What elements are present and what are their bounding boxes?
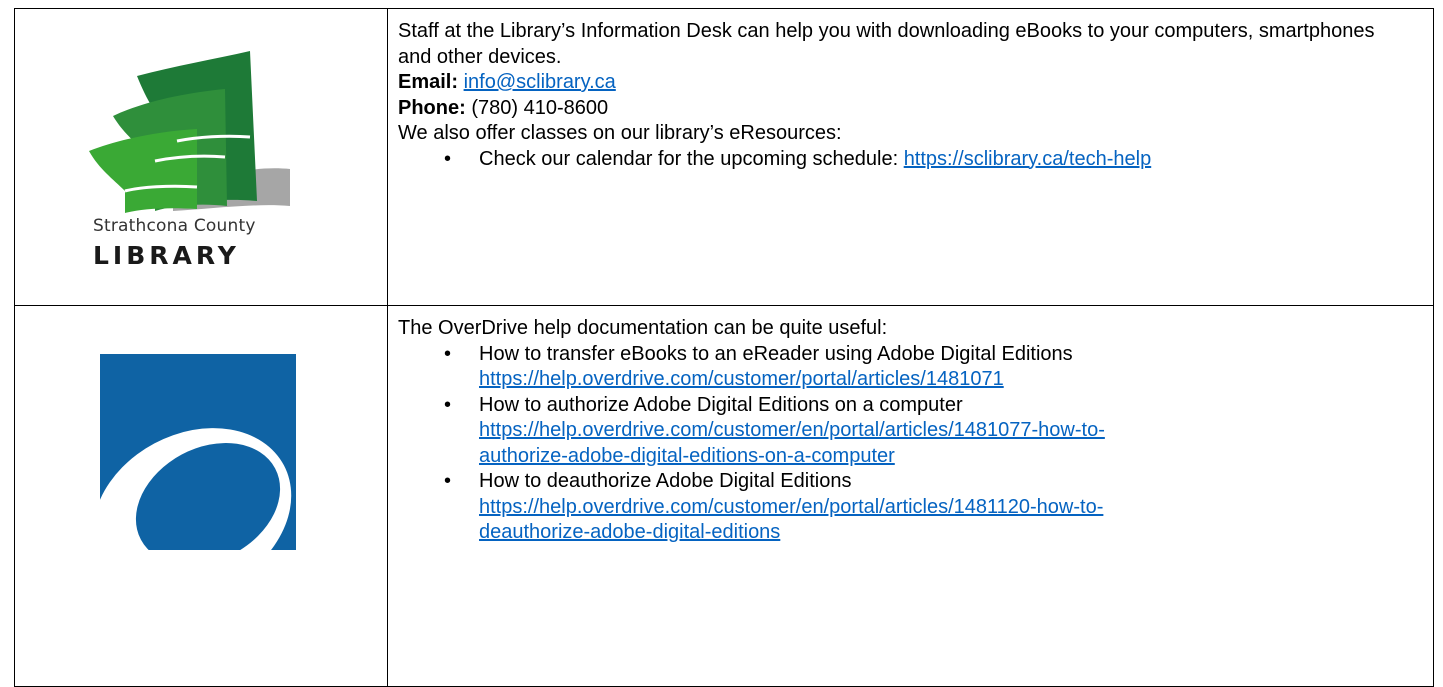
help-item-link[interactable]: https://help.overdrive.com/customer/en/p…	[479, 419, 1105, 441]
email-label: Email:	[398, 71, 459, 93]
library-help-row: Strathcona County LIBRARY Staff at the L…	[14, 8, 1434, 306]
library-logo-cell: Strathcona County LIBRARY	[14, 8, 388, 306]
list-item: • How to transfer eBooks to an eReader u…	[444, 342, 1433, 393]
phone-label: Phone:	[398, 96, 466, 119]
email-line: Email: info@sclibrary.ca	[398, 70, 1433, 96]
help-item-link[interactable]: https://help.overdrive.com/customer/port…	[479, 368, 1004, 390]
overdrive-logo-icon	[100, 354, 296, 550]
overdrive-logo-cell	[14, 305, 388, 687]
overdrive-intro-text: The OverDrive help documentation can be …	[398, 317, 888, 339]
bullet-icon: •	[444, 342, 452, 365]
bullet-icon: •	[444, 393, 452, 416]
bullet-icon: •	[444, 470, 452, 492]
overdrive-help-text-cell: The OverDrive help documentation can be …	[387, 305, 1434, 687]
bullet-icon: •	[444, 147, 452, 170]
help-item-title: How to transfer eBooks to an eReader usi…	[479, 342, 1073, 365]
help-item-link-continued[interactable]: authorize-adobe-digital-editions-on-a-co…	[479, 445, 895, 467]
library-help-text-cell: Staff at the Library’s Information Desk …	[387, 8, 1434, 306]
help-table: Strathcona County LIBRARY Staff at the L…	[14, 8, 1434, 687]
classes-text: We also offer classes on our library’s e…	[398, 122, 842, 144]
phone-line: Phone: (780) 410-8600	[398, 96, 1433, 122]
phone-value: (780) 410-8600	[465, 96, 609, 119]
calendar-text: Check our calendar for the upcoming sche…	[479, 147, 904, 170]
help-item-link[interactable]: https://help.overdrive.com/customer/en/p…	[479, 496, 1103, 518]
tech-help-link[interactable]: https://sclibrary.ca/tech-help	[904, 148, 1152, 170]
library-logo-line2: LIBRARY	[93, 241, 240, 270]
email-link[interactable]: info@sclibrary.ca	[464, 71, 616, 93]
list-item: • How to authorize Adobe Digital Edition…	[444, 393, 1433, 470]
library-intro-text: Staff at the Library’s Information Desk …	[398, 20, 1375, 68]
overdrive-help-row: The OverDrive help documentation can be …	[14, 305, 1434, 687]
help-item-link-continued[interactable]: deauthorize-adobe-digital-editions	[479, 521, 780, 543]
library-logo-line1: Strathcona County	[93, 216, 256, 236]
list-item: • Check our calendar for the upcoming sc…	[444, 147, 1433, 173]
list-item: • How to deauthorize Adobe Digital Editi…	[444, 469, 1433, 546]
overdrive-help-list: • How to transfer eBooks to an eReader u…	[398, 342, 1433, 546]
classes-list: • Check our calendar for the upcoming sc…	[398, 147, 1433, 173]
help-item-title: How to authorize Adobe Digital Editions …	[479, 393, 963, 416]
help-item-title: How to deauthorize Adobe Digital Edition…	[479, 470, 852, 492]
